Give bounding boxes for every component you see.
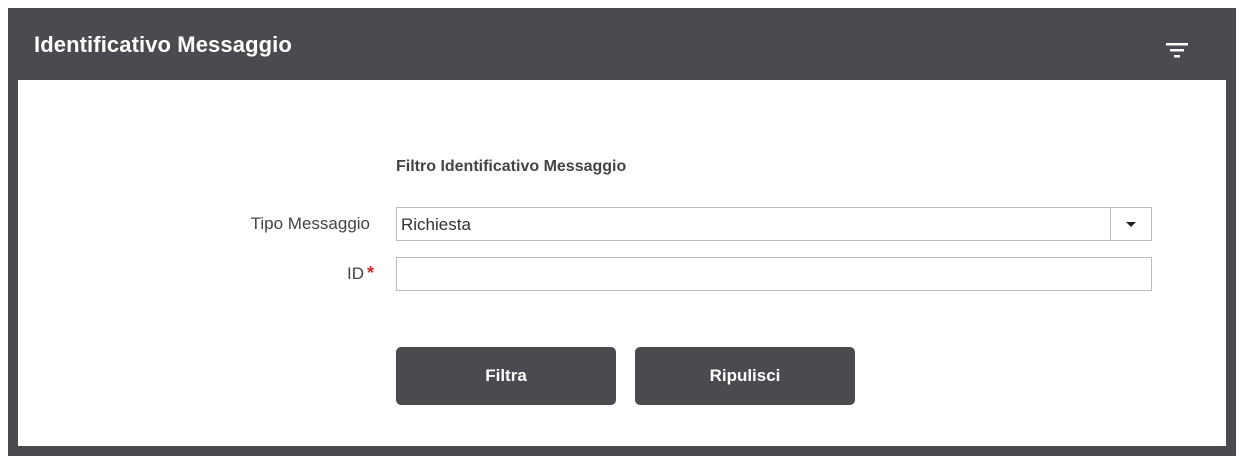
required-indicator: * — [367, 263, 375, 283]
ripulisci-button[interactable]: Ripulisci — [635, 347, 855, 405]
filter-icon[interactable] — [1166, 43, 1188, 61]
filter-panel: Identificativo Messaggio Filtro Identifi… — [8, 8, 1236, 456]
filtra-button[interactable]: Filtra — [396, 347, 616, 405]
dropdown-toggle[interactable] — [1110, 208, 1151, 240]
id-input[interactable] — [396, 257, 1152, 291]
form-section-title: Filtro Identificativo Messaggio — [396, 158, 627, 175]
caret-down-icon — [1126, 222, 1136, 227]
tipo-messaggio-label: Tipo Messaggio — [250, 214, 370, 233]
tipo-messaggio-select[interactable]: Richiesta — [396, 207, 1152, 241]
tipo-messaggio-selected-value: Richiesta — [401, 215, 471, 234]
panel-title: Identificativo Messaggio — [34, 32, 292, 57]
id-label: ID — [347, 264, 364, 283]
panel-header: Identificativo Messaggio — [18, 8, 1226, 80]
